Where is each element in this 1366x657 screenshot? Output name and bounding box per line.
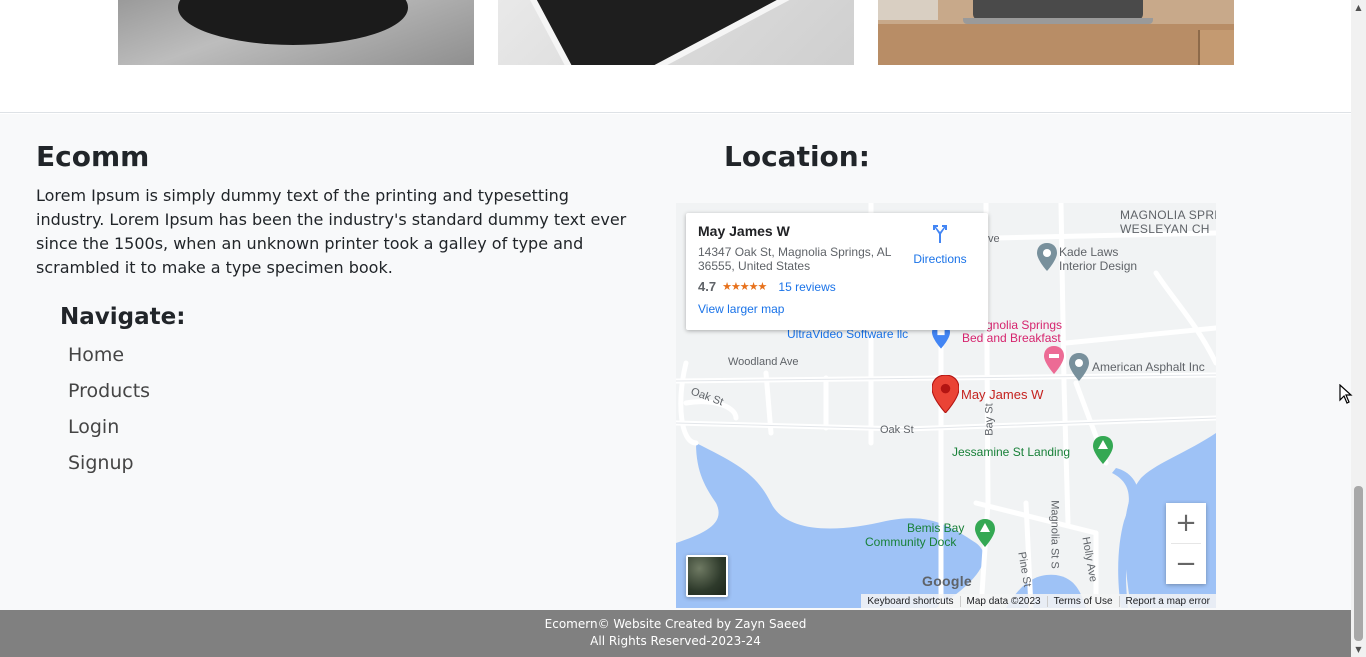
map-label-bnb-2: Bed and Breakfast — [962, 331, 1061, 345]
product-image-strip — [0, 0, 1351, 113]
map-label-bay-st: Bay St — [983, 403, 996, 436]
directions-icon — [933, 225, 947, 243]
location-title: Location: — [724, 140, 870, 173]
bemis-tree-pin-icon[interactable] — [975, 519, 995, 547]
footer-nav-item: Home — [68, 344, 150, 380]
page-scrollbar[interactable]: ▲ ▼ — [1351, 0, 1366, 657]
map-label-ave: ve — [988, 233, 1000, 245]
embedded-map[interactable]: MAGNOLIA SPRINGS WESLEYAN CH ve Kade Law… — [676, 203, 1216, 608]
map-label-bemis-bay[interactable]: Bemis Bay — [907, 522, 964, 535]
map-label-asphalt[interactable]: American Asphalt Inc — [1092, 361, 1205, 374]
nav-link-login[interactable]: Login — [68, 416, 119, 438]
page: Ecomm Lorem Ipsum is simply dummy text o… — [0, 0, 1351, 657]
kade-laws-pin-icon[interactable] — [1037, 243, 1057, 271]
asphalt-pin-icon[interactable] — [1069, 353, 1089, 381]
terms-of-use-link[interactable]: Terms of Use — [1046, 595, 1119, 607]
navigate-title: Navigate: — [60, 304, 186, 330]
footer-nav-item: Signup — [68, 452, 150, 488]
nav-link-products[interactable]: Products — [68, 380, 150, 402]
map-label-oak-st: Oak St — [880, 424, 914, 436]
map-attribution: Keyboard shortcuts Map data ©2023 Terms … — [861, 594, 1216, 608]
google-logo: Google — [922, 573, 973, 589]
place-rating: 4.7 ★★★★★ 15 reviews — [698, 279, 976, 294]
brand-description: Lorem Ipsum is simply dummy text of the … — [36, 186, 627, 277]
copyright-line-1: Ecomern© Website Created by Zayn Saeed — [544, 617, 807, 631]
map-data-text: Map data ©2023 — [959, 595, 1047, 607]
map-label-kade-laws[interactable]: Kade Laws — [1059, 246, 1118, 259]
scrollbar-thumb[interactable] — [1354, 486, 1363, 641]
directions-label: Directions — [913, 252, 967, 266]
rating-value: 4.7 — [698, 279, 717, 294]
map-info-card: May James W 14347 Oak St, Magnolia Sprin… — [686, 213, 988, 330]
view-larger-map-link[interactable]: View larger map — [698, 302, 976, 316]
map-label-marker: May James W — [961, 387, 1044, 402]
brand-title: Ecomm — [36, 140, 150, 173]
product-image-3[interactable] — [878, 0, 1234, 65]
jessamine-tree-pin-icon[interactable] — [1093, 436, 1113, 464]
nav-link-signup[interactable]: Signup — [68, 452, 134, 474]
nav-link-home[interactable]: Home — [68, 344, 124, 366]
keyboard-shortcuts-link[interactable]: Keyboard shortcuts — [861, 596, 959, 607]
map-zoom-control: + − — [1166, 503, 1206, 584]
map-label-kade-laws-2: Interior Design — [1059, 259, 1138, 273]
copyright-bar: Ecomern© Website Created by Zayn Saeed A… — [0, 610, 1351, 657]
rating-stars-icon: ★★★★★ — [722, 281, 767, 293]
map-label-district-2: WESLEYAN CH — [1120, 222, 1210, 236]
footer-section: Ecomm Lorem Ipsum is simply dummy text o… — [0, 114, 1351, 610]
satellite-toggle-button[interactable] — [686, 555, 728, 597]
map-label-district: MAGNOLIA SPRINGS — [1120, 208, 1216, 222]
map-label-jessamine[interactable]: Jessamine St Landing — [952, 446, 1070, 459]
report-map-error-link[interactable]: Report a map error — [1118, 595, 1216, 607]
footer-nav: Home Products Login Signup — [68, 344, 150, 488]
zoom-in-button[interactable]: + — [1166, 503, 1206, 543]
scroll-down-arrow-icon[interactable]: ▼ — [1351, 642, 1366, 657]
copyright-line-2: All Rights Reserved-2023-24 — [590, 634, 761, 648]
place-address: 14347 Oak St, Magnolia Springs, AL 36555… — [698, 245, 892, 273]
product-image-2[interactable] — [498, 0, 854, 65]
map-label-bemis-dock: Community Dock — [865, 535, 957, 549]
zoom-out-button[interactable]: − — [1166, 544, 1206, 584]
map-label-woodland-ave: Woodland Ave — [728, 356, 799, 368]
footer-nav-item: Products — [68, 380, 150, 416]
mouse-cursor-icon — [1339, 384, 1353, 404]
reviews-link[interactable]: 15 reviews — [778, 280, 835, 294]
location-marker-icon[interactable] — [932, 375, 959, 413]
bnb-pin-icon[interactable] — [1044, 346, 1064, 374]
product-image-1[interactable] — [118, 0, 474, 65]
scroll-up-arrow-icon[interactable]: ▲ — [1351, 0, 1366, 15]
map-label-magnolia-st: Magnolia St S — [1048, 500, 1061, 569]
directions-button[interactable]: Directions — [910, 223, 970, 266]
footer-nav-item: Login — [68, 416, 150, 452]
